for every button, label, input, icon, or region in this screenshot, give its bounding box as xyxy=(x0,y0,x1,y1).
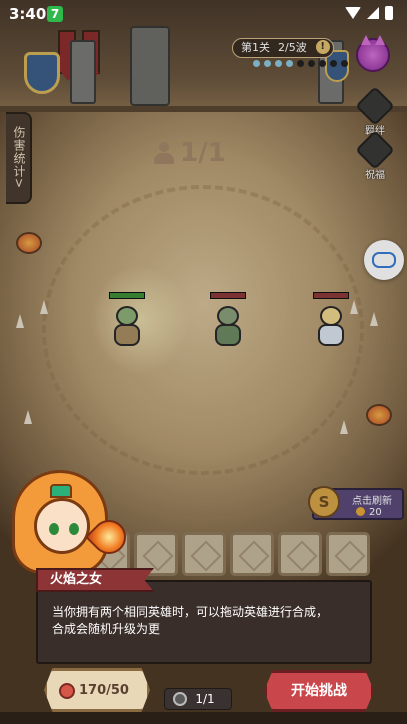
status-time: 3:40 xyxy=(9,5,47,23)
blessing-button[interactable]: 祝福 xyxy=(355,130,395,181)
blue-shield-decoration xyxy=(24,52,60,94)
chevron-right-icon: > xyxy=(12,178,26,190)
level-wave-indicator: 第1关 2/5波 ! xyxy=(232,38,334,58)
enemy-goblin[interactable] xyxy=(208,304,248,350)
game-screen: 3:40 7 第1关 2/5波 ! 羁绊 祝福 伤害统计> 1/1 xyxy=(0,0,407,724)
brazier-left xyxy=(16,232,42,254)
battery-icon xyxy=(385,6,393,20)
wave-dot xyxy=(341,60,348,67)
wifi-icon xyxy=(345,7,361,19)
stone-pillar xyxy=(70,40,96,104)
person-icon xyxy=(154,142,174,164)
boss-demon-icon[interactable] xyxy=(356,35,390,72)
system-icons xyxy=(345,6,393,20)
wave-dot xyxy=(308,60,315,67)
bench-count: 1/1 xyxy=(164,688,232,710)
info-icon[interactable]: ! xyxy=(315,40,330,54)
spike xyxy=(350,300,358,314)
refresh-cost: 20 xyxy=(356,507,382,518)
wave-dot xyxy=(319,60,326,67)
hero-face xyxy=(34,498,90,554)
coin-icon: S xyxy=(308,486,340,518)
enemy-hp-bar xyxy=(210,292,246,299)
refresh-label: 点击刷新 xyxy=(352,496,392,507)
stone-gate xyxy=(130,26,170,106)
damage-stats-label: 伤害统计 xyxy=(12,126,26,179)
hero-eye xyxy=(49,523,59,535)
dialog-line-1: 当你拥有两个相同英雄时，可以拖动英雄进行合成， xyxy=(52,605,329,619)
notification-badge: 7 xyxy=(47,6,63,22)
bond-icon xyxy=(355,86,395,126)
ally-hp-bar xyxy=(109,292,145,299)
unit-body xyxy=(318,324,344,346)
resource-icon xyxy=(59,683,75,699)
dialog-line-2: 合成会随机升级为更 xyxy=(52,622,161,636)
hero-crown xyxy=(50,484,72,498)
resource-value: 170/50 xyxy=(79,683,129,698)
enemy-blonde-warrior[interactable] xyxy=(311,304,351,350)
gamepad-icon xyxy=(372,252,396,268)
bottom-edge xyxy=(0,712,407,724)
dialog-message: 当你拥有两个相同英雄时，可以拖动英雄进行合成， 合成会随机升级为更 xyxy=(52,604,364,638)
brazier-right xyxy=(366,404,392,426)
hero-capacity: 1/1 xyxy=(154,138,226,168)
bench-slot[interactable] xyxy=(230,532,274,576)
wave-progress-dots xyxy=(253,60,348,67)
bench-slot[interactable] xyxy=(278,532,322,576)
level-label: 第1关 xyxy=(241,41,270,54)
status-bar: 3:40 7 xyxy=(0,0,407,28)
signal-icon xyxy=(367,7,379,19)
wave-label: 2/5波 xyxy=(278,41,307,54)
damage-stats-tab[interactable]: 伤害统计> xyxy=(6,112,32,204)
wave-dot xyxy=(286,60,293,67)
hp-fill xyxy=(211,293,245,298)
wave-dot xyxy=(330,60,337,67)
bench-count-value: 1/1 xyxy=(195,692,215,706)
wave-dot xyxy=(253,60,260,67)
spike xyxy=(24,410,32,424)
wave-dot xyxy=(264,60,271,67)
unit-head xyxy=(116,306,138,326)
ally-goblin-hero[interactable] xyxy=(107,304,147,350)
spike xyxy=(16,314,24,328)
shop-refresh-button[interactable]: S 点击刷新 20 xyxy=(308,486,404,520)
spike xyxy=(340,420,348,434)
unit-body xyxy=(114,324,140,346)
start-challenge-button[interactable]: 开始挑战 xyxy=(264,670,374,712)
capacity-value: 1/1 xyxy=(180,138,226,168)
hp-fill xyxy=(110,293,144,298)
unit-head xyxy=(217,306,239,326)
wave-dot xyxy=(297,60,304,67)
unit-body xyxy=(215,324,241,346)
spike xyxy=(370,312,378,326)
bench-slot[interactable] xyxy=(326,532,370,576)
resource-display[interactable]: 170/50 xyxy=(44,668,150,712)
blessing-label: 祝福 xyxy=(365,170,385,181)
gamepad-button[interactable] xyxy=(364,240,404,280)
wave-dot xyxy=(275,60,282,67)
unit-head xyxy=(320,306,342,326)
hero-eye xyxy=(69,523,79,535)
helmet-icon xyxy=(173,692,187,706)
dialog-speaker-name: 火焰之女 xyxy=(36,568,154,592)
bench-slot[interactable] xyxy=(182,532,226,576)
blessing-icon xyxy=(355,130,395,170)
enemy-hp-bar xyxy=(313,292,349,299)
bond-button[interactable]: 羁绊 xyxy=(355,86,395,137)
hp-fill xyxy=(314,293,348,298)
spike xyxy=(40,300,48,314)
